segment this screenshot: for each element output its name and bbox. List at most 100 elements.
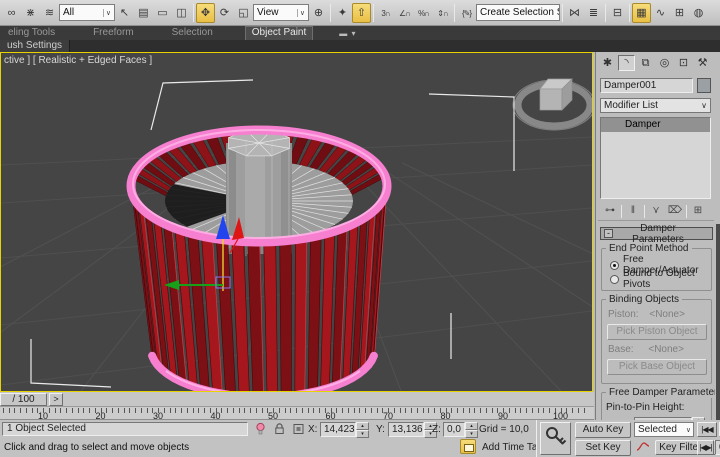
time-tag-icon[interactable] <box>460 439 476 454</box>
go-to-start-button[interactable]: |◀◀ <box>697 422 717 437</box>
pin-stack-icon[interactable]: ⊶ <box>602 204 618 219</box>
z-value[interactable]: 0,0 <box>443 422 465 437</box>
select-and-rotate-icon[interactable]: ⟳ <box>215 3 234 23</box>
pick-piston-object-button[interactable]: Pick Piston Object <box>607 324 707 340</box>
reference-coordinate-system-dropdown[interactable]: View∨ <box>253 4 309 21</box>
hierarchy-tab-icon[interactable]: ⧉ <box>637 55 654 71</box>
object-color-swatch[interactable] <box>697 78 711 93</box>
modifier-stack-toolbar: ⊶ ‖ ⋎⌦ ⊞ <box>598 203 714 221</box>
use-pivot-point-center-icon[interactable]: ⊕ <box>309 3 328 23</box>
select-object-icon[interactable]: ↖ <box>115 3 134 23</box>
spinner-up-icon[interactable]: ▴ <box>465 422 478 430</box>
base-row: Base: <None> <box>606 344 708 357</box>
object-name-field[interactable]: Damper001 <box>600 78 693 93</box>
spinner-down-icon[interactable]: ▾ <box>356 430 369 438</box>
motion-tab-icon[interactable]: ◎ <box>656 55 673 71</box>
schematic-view-icon[interactable]: ⊞ <box>670 3 689 23</box>
set-keys-button[interactable] <box>540 422 571 455</box>
percent-snap-icon[interactable]: %∩ <box>414 3 433 23</box>
damper-object[interactable] <box>131 130 387 391</box>
auto-key-button[interactable]: Auto Key <box>575 422 631 438</box>
material-editor-icon[interactable]: ◍ <box>689 3 708 23</box>
ruler-tick <box>572 408 573 413</box>
ruler-tick <box>239 408 240 413</box>
modifier-stack[interactable]: Damper <box>600 117 711 199</box>
ruler-tick <box>319 408 320 413</box>
current-frame-field[interactable]: 0 <box>715 440 720 455</box>
x-value[interactable]: 14,423 <box>320 422 356 437</box>
snaps-toggle-3d-icon[interactable]: 3∩ <box>376 3 395 23</box>
unlink-selection-icon[interactable]: ⋇ <box>21 3 40 23</box>
select-and-move-icon[interactable]: ✥ <box>196 3 215 23</box>
keyboard-shortcut-override-icon[interactable]: ⇧ <box>352 3 371 23</box>
add-time-tag-button[interactable]: Add Time Tag <box>482 442 543 453</box>
ruler-tick <box>515 408 516 413</box>
selection-lock-icon[interactable] <box>271 422 287 437</box>
absolute-mode-transform-icon[interactable] <box>290 422 306 437</box>
angle-snap-icon[interactable]: ∠∩ <box>395 3 414 23</box>
time-slider-handle[interactable]: / 100 <box>0 393 47 406</box>
remove-modifier-icon[interactable]: ⌦ <box>667 204 683 219</box>
set-key-button[interactable]: Set Key <box>575 440 631 456</box>
layer-manager-icon[interactable]: ⊟ <box>608 3 627 23</box>
ruler-tick <box>532 408 533 413</box>
named-selection-sets-dropdown[interactable]: Create Selection Se∨ <box>476 4 560 21</box>
edit-named-selection-sets-icon[interactable]: {✎} <box>457 3 476 23</box>
curve-editor-icon[interactable]: ∿ <box>651 3 670 23</box>
radio-icon[interactable] <box>610 275 619 284</box>
damper-parameters-rollout-header[interactable]: - Damper Parameters <box>600 227 713 240</box>
ruler-tick <box>296 408 297 413</box>
ribbon-tab-modeling-tools[interactable]: eling Tools <box>2 26 61 40</box>
default-in-out-tangents-icon[interactable] <box>635 440 651 455</box>
isolate-selection-icon[interactable] <box>252 422 268 437</box>
key-mode-dropdown[interactable]: Selected ∨ <box>634 422 694 437</box>
select-by-name-icon[interactable]: ▤ <box>134 3 153 23</box>
display-tab-icon[interactable]: ⊡ <box>675 55 692 71</box>
spinner-snap-icon[interactable]: ⇕∩ <box>433 3 452 23</box>
mirror-icon[interactable]: ⋈ <box>565 3 584 23</box>
ribbon-tab-object-paint[interactable]: Object Paint <box>245 26 313 40</box>
perspective-viewport[interactable]: ctive ] [ Realistic + Edged Faces ] <box>0 52 593 392</box>
radio-icon[interactable] <box>610 261 619 270</box>
utilities-tab-icon[interactable]: ⚒ <box>694 55 711 71</box>
pick-base-object-button[interactable]: Pick Base Object <box>607 359 707 375</box>
make-unique-icon[interactable]: ⋎ <box>648 204 664 219</box>
select-and-scale-icon[interactable]: ◱ <box>234 3 253 23</box>
collapse-icon[interactable]: - <box>604 229 613 238</box>
ribbon-tab-selection[interactable]: Selection <box>166 26 219 40</box>
ruler-tick <box>509 408 510 413</box>
x-coordinate-spinner[interactable]: 14,423 ▴▾ <box>320 422 369 437</box>
bind-to-space-warp-icon[interactable]: ≋ <box>40 3 59 23</box>
time-slider[interactable]: / 100 > <box>0 392 594 407</box>
radio-bound-to-object-pivots[interactable]: Bound to Object Pivots <box>606 272 708 286</box>
track-bar[interactable]: 102030405060708090100 <box>0 407 594 420</box>
modifier-stack-item-damper[interactable]: Damper <box>601 118 710 132</box>
y-coordinate-spinner[interactable]: 13,136 ▴▾ <box>388 422 437 437</box>
y-value[interactable]: 13,136 <box>388 422 424 437</box>
configure-modifier-sets-icon[interactable]: ⊞ <box>690 204 706 219</box>
spinner-down-icon[interactable]: ▾ <box>465 430 478 438</box>
select-and-link-icon[interactable]: ∞ <box>2 3 21 23</box>
viewport-label[interactable]: ctive ] [ Realistic + Edged Faces ] <box>4 55 152 66</box>
align-icon[interactable]: ≣ <box>584 3 603 23</box>
ribbon-panel-brush-settings[interactable]: ush Settings <box>0 40 70 52</box>
rectangular-selection-region-icon[interactable]: ▭ <box>153 3 172 23</box>
panel-scrollbar[interactable] <box>716 224 720 421</box>
ribbon-tab-freeform[interactable]: Freeform <box>87 26 140 40</box>
spinner-up-icon[interactable]: ▴ <box>356 422 369 430</box>
ribbon-minimize-icon[interactable]: ▬ ▾ <box>339 29 356 38</box>
create-tab-icon[interactable]: ✱ <box>599 55 616 71</box>
next-frame-button[interactable]: > <box>49 393 63 406</box>
graphite-ribbon-toggle-icon[interactable]: ▦ <box>632 3 651 23</box>
viewport-canvas[interactable] <box>1 53 592 391</box>
modifier-list-label: Modifier List <box>604 100 658 111</box>
modify-tab-icon[interactable]: ◝ <box>618 55 635 71</box>
window-crossing-icon[interactable]: ◫ <box>172 3 191 23</box>
key-mode-toggle-button[interactable]: |◀▶| <box>697 440 714 455</box>
show-end-result-icon[interactable]: ‖ <box>625 204 641 219</box>
modifier-list-dropdown[interactable]: Modifier List ∨ <box>600 98 711 113</box>
selection-filter-dropdown[interactable]: All∨ <box>59 4 115 21</box>
select-and-manipulate-icon[interactable]: ✦ <box>333 3 352 23</box>
toolbar-separator <box>644 205 645 218</box>
z-coordinate-spinner[interactable]: 0,0 ▴▾ <box>443 422 478 437</box>
